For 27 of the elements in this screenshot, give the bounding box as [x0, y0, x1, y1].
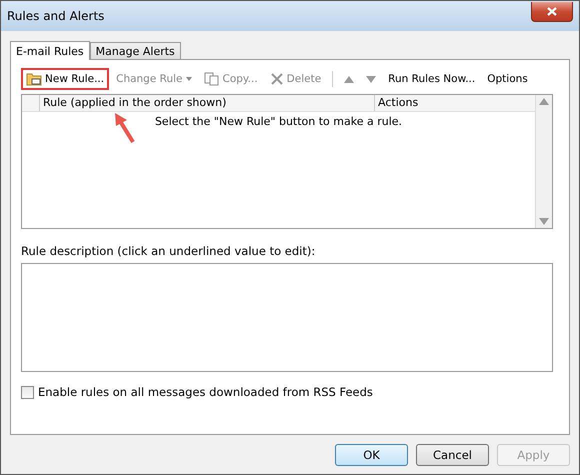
checkbox[interactable]: [21, 386, 34, 398]
column-header[interactable]: Actions: [375, 95, 535, 111]
rules-list[interactable]: Rule (applied in the order shown) Actions Select the "New Rule" button to make a rule.: [21, 94, 553, 229]
caret-icon: [186, 77, 192, 81]
empty-message: Select the "New Rule" button to make a rule.: [154, 114, 404, 128]
tab[interactable]: E-mail Rules: [10, 41, 90, 60]
toolbar-button[interactable]: New Rule...: [21, 68, 110, 90]
up-arrow-icon: [539, 98, 549, 105]
dialog-button[interactable]: Cancel: [416, 444, 489, 466]
copy-icon: [204, 72, 220, 86]
close-button[interactable]: [531, 2, 573, 22]
annotation-arrow: [113, 113, 135, 143]
column-header[interactable]: Rule (applied in the order shown): [40, 95, 375, 111]
description-label: Rule description (click an underlined value to edit):: [21, 244, 316, 258]
down-arrow-icon: [366, 76, 376, 82]
toolbar-button[interactable]: Options: [482, 68, 533, 90]
window-title: Rules and Alerts: [7, 9, 104, 23]
folder-icon: [26, 72, 42, 86]
close-icon: [547, 7, 557, 16]
checkbox-label: Enable rules on all messages downloaded from RSS Feeds: [38, 385, 373, 399]
delete-icon: [270, 72, 284, 86]
up-arrow-icon: [344, 76, 354, 82]
scrollbar[interactable]: [535, 95, 552, 228]
dialog-button[interactable]: OK: [335, 444, 408, 466]
toolbar-button[interactable]: Run Rules Now...: [383, 68, 480, 90]
down-arrow-icon: [539, 218, 549, 225]
tab[interactable]: Manage Alerts: [90, 42, 181, 59]
